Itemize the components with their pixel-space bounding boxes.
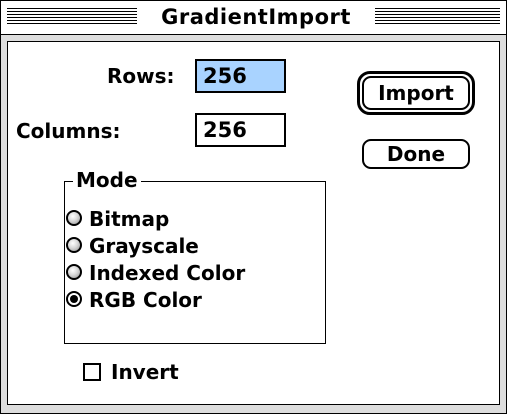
title-bar-stripes-right [375,8,500,25]
mode-option-label: Indexed Color [89,261,246,285]
rows-label: Rows: [107,64,175,88]
invert-checkbox[interactable] [83,363,101,381]
mode-group-title: Mode [73,168,141,192]
radio-button-selected-icon[interactable] [66,291,82,307]
radio-button-icon[interactable] [66,210,82,226]
mode-option-label: Grayscale [89,234,199,258]
mode-option-label: Bitmap [89,207,170,231]
radio-button-icon[interactable] [66,264,82,280]
radio-button-icon[interactable] [66,237,82,253]
columns-label: Columns: [16,119,121,143]
title-bar[interactable]: GradientImport [1,1,506,35]
mode-option-label: RGB Color [89,288,202,312]
title-bar-stripes-left [7,8,137,25]
import-button[interactable]: Import [362,76,470,110]
dialog-content: Rows: 256 Columns: 256 Import Done Mode … [7,41,500,405]
rows-input[interactable]: 256 [195,59,286,93]
done-button[interactable]: Done [362,139,470,169]
invert-label: Invert [111,360,179,384]
columns-input[interactable]: 256 [195,113,286,147]
gradient-import-dialog: GradientImport Rows: 256 Columns: 256 Im… [0,0,507,414]
window-title: GradientImport [137,3,375,31]
